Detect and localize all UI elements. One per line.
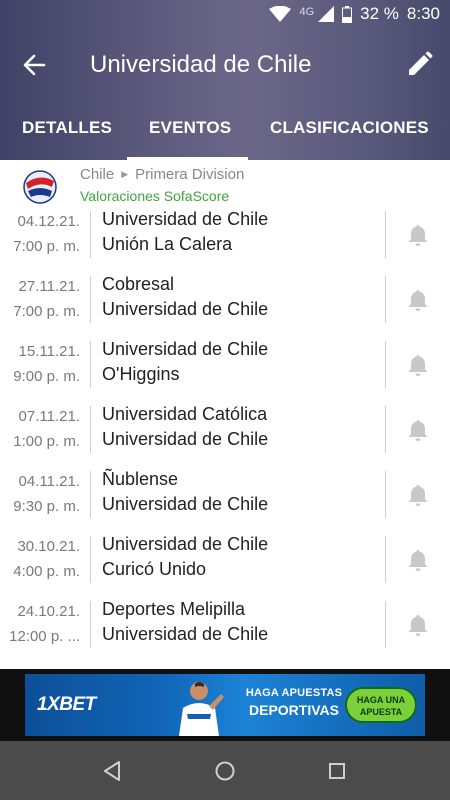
bell-icon[interactable] <box>407 548 429 572</box>
chevron-right-icon: ▶ <box>121 169 129 179</box>
wifi-icon <box>269 6 292 22</box>
event-date: 07.11.21. <box>18 408 80 425</box>
athlete-image-icon <box>179 682 224 736</box>
event-away-team: O'Higgins <box>102 364 180 384</box>
event-row[interactable]: 24.10.21. 12:00 p. ... Deportes Melipill… <box>0 593 450 658</box>
ad-tagline-line1: HAGA APUESTAS <box>245 687 343 699</box>
pencil-icon <box>409 51 433 75</box>
divider <box>90 536 91 583</box>
arrow-left-icon <box>23 54 46 76</box>
event-row[interactable]: 15.11.21. 9:00 p. m. Universidad de Chil… <box>0 333 450 398</box>
app-header: 4G 32 % 8:30 Universidad de Chile DETALL… <box>0 0 450 160</box>
divider <box>385 406 386 453</box>
divider <box>90 406 91 453</box>
battery-percent: 32 % <box>360 4 399 23</box>
status-bar: 4G 32 % 8:30 <box>0 0 450 30</box>
ad-content[interactable]: 1XBET HAGA APUESTAS DEPORTIVAS HAGA UNA … <box>25 674 425 736</box>
signal-icon <box>318 6 335 22</box>
bell-icon[interactable] <box>407 613 429 637</box>
event-home-team: Cobresal <box>102 274 175 294</box>
event-row[interactable]: 04.11.21. 9:30 p. m. Ñublense Universida… <box>0 463 450 528</box>
ad-tagline: HAGA APUESTAS DEPORTIVAS <box>230 687 358 718</box>
event-away-team: Universidad de Chile <box>102 429 269 449</box>
league-logo-icon <box>23 170 57 204</box>
event-away-team: Curicó Unido <box>102 559 207 579</box>
event-date: 30.10.21. <box>17 538 80 555</box>
bell-icon[interactable] <box>407 353 429 377</box>
divider <box>90 276 91 323</box>
event-time: 12:00 p. ... <box>9 628 80 645</box>
battery-icon <box>342 5 353 23</box>
tab-eventos[interactable]: EVENTOS <box>149 118 231 138</box>
nav-recents-icon[interactable] <box>323 757 351 785</box>
divider <box>385 276 386 323</box>
event-date: 15.11.21. <box>18 343 80 360</box>
breadcrumb-competition[interactable]: Primera Division <box>135 166 244 183</box>
event-time: 7:00 p. m. <box>13 238 80 255</box>
tab-detalles[interactable]: DETALLES <box>22 118 112 138</box>
event-date: 24.10.21. <box>17 603 80 620</box>
divider <box>385 341 386 388</box>
event-row[interactable]: 30.10.21. 4:00 p. m. Universidad de Chil… <box>0 528 450 593</box>
event-home-team: Universidad Católica <box>102 404 268 424</box>
tab-clasificaciones[interactable]: CLASIFICACIONES <box>270 118 429 138</box>
event-away-team: Universidad de Chile <box>102 299 269 319</box>
edit-button[interactable] <box>402 48 436 82</box>
event-date: 04.12.21. <box>17 213 80 230</box>
event-away-team: Unión La Calera <box>102 234 233 254</box>
event-home-team: Universidad de Chile <box>102 339 269 359</box>
event-time: 1:00 p. m. <box>13 433 80 450</box>
breadcrumb-country[interactable]: Chile <box>80 166 114 183</box>
breadcrumb: Chile ▶ Primera Division <box>80 166 244 183</box>
divider <box>385 211 386 258</box>
ad-brand: 1XBET <box>37 694 96 715</box>
bell-icon[interactable] <box>407 223 429 247</box>
event-home-team: Deportes Melipilla <box>102 599 246 619</box>
divider <box>90 341 91 388</box>
divider <box>385 471 386 518</box>
event-time: 9:00 p. m. <box>13 368 80 385</box>
event-away-team: Universidad de Chile <box>102 494 269 514</box>
ad-banner: 1XBET HAGA APUESTAS DEPORTIVAS HAGA UNA … <box>0 669 450 741</box>
bell-icon[interactable] <box>407 418 429 442</box>
divider <box>90 471 91 518</box>
back-button[interactable] <box>18 50 52 80</box>
tab-bar: DETALLES EVENTOS CLASIFICACIONES <box>0 100 450 160</box>
event-home-team: Universidad de Chile <box>102 534 269 554</box>
nav-back-icon[interactable] <box>99 757 127 785</box>
ratings-link[interactable]: Valoraciones SofaScore <box>80 188 229 204</box>
divider <box>385 601 386 648</box>
nav-home-icon[interactable] <box>211 757 239 785</box>
event-time: 9:30 p. m. <box>13 498 80 515</box>
event-row[interactable]: 27.11.21. 7:00 p. m. Cobresal Universida… <box>0 268 450 333</box>
ad-tagline-line2: DEPORTIVAS <box>249 702 339 718</box>
page-title: Universidad de Chile <box>90 51 312 78</box>
network-type: 4G <box>299 6 315 18</box>
divider <box>90 211 91 258</box>
event-time: 7:00 p. m. <box>13 303 80 320</box>
ad-cta-button[interactable]: HAGA UNA APUESTA <box>345 687 417 723</box>
event-row[interactable]: 07.11.21. 1:00 p. m. Universidad Católic… <box>0 398 450 463</box>
event-home-team: Ñublense <box>102 469 179 489</box>
system-nav-bar <box>0 741 450 800</box>
event-row[interactable]: 04.12.21. 7:00 p. m. Universidad de Chil… <box>0 203 450 268</box>
event-date: 04.11.21. <box>18 473 80 490</box>
status-icons: 4G 32 % 8:30 <box>269 4 440 24</box>
bell-icon[interactable] <box>407 288 429 312</box>
clock: 8:30 <box>406 4 440 23</box>
bell-icon[interactable] <box>407 483 429 507</box>
divider <box>90 601 91 648</box>
event-home-team: Universidad de Chile <box>102 209 269 229</box>
title-bar: Universidad de Chile <box>0 30 450 100</box>
event-time: 4:00 p. m. <box>13 563 80 580</box>
event-away-team: Universidad de Chile <box>102 624 269 644</box>
divider <box>385 536 386 583</box>
event-date: 27.11.21. <box>18 278 80 295</box>
